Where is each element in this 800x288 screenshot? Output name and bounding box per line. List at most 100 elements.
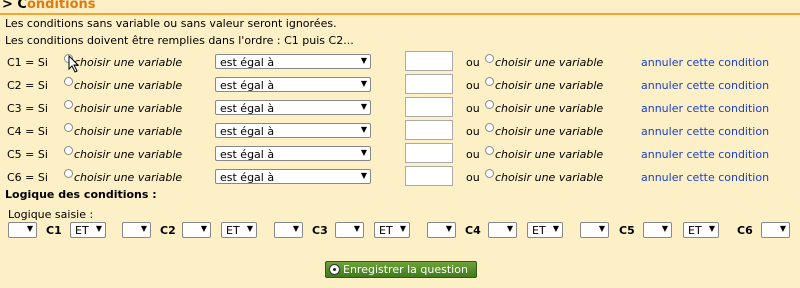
intro-line-2: Les conditions doivent être remplies dan… bbox=[5, 34, 354, 47]
choose-variable2-radio[interactable] bbox=[485, 123, 494, 132]
choose-variable-radio[interactable] bbox=[64, 123, 73, 132]
condition-label: C4 = Si bbox=[7, 125, 48, 138]
ou-text: ou bbox=[466, 102, 480, 115]
cancel-condition-link[interactable]: annuler cette condition bbox=[641, 79, 769, 92]
condition-row-c6: C6 = Si choisir une variable est égal à ▼… bbox=[0, 166, 800, 187]
dropdown-arrow-icon: ▼ bbox=[506, 224, 513, 233]
operator-select[interactable]: est égal à ▼ bbox=[215, 77, 371, 92]
dropdown-arrow-icon: ▼ bbox=[292, 224, 299, 233]
dropdown-arrow-icon: ▼ bbox=[360, 56, 367, 65]
operator-select[interactable]: est égal à ▼ bbox=[215, 169, 371, 184]
logic-label-c4: C4 bbox=[465, 224, 481, 237]
cancel-condition-link[interactable]: annuler cette condition bbox=[641, 171, 769, 184]
logic-subtitle: Logique saisie : bbox=[8, 208, 94, 221]
operator-select[interactable]: est égal à ▼ bbox=[215, 146, 371, 161]
open-paren-select[interactable]: ▼ bbox=[8, 222, 37, 238]
dropdown-arrow-icon: ▼ bbox=[552, 224, 559, 233]
ou-text: ou bbox=[466, 56, 480, 69]
choose-variable2-radio[interactable] bbox=[485, 100, 494, 109]
dropdown-arrow-icon: ▼ bbox=[360, 125, 367, 134]
choose-variable2-radio[interactable] bbox=[485, 54, 494, 63]
open-paren-select[interactable]: ▼ bbox=[182, 222, 211, 238]
close-paren-select[interactable]: ▼ bbox=[122, 222, 151, 238]
open-paren-select[interactable]: ▼ bbox=[335, 222, 364, 238]
cancel-condition-link[interactable]: annuler cette condition bbox=[641, 102, 769, 115]
choose-variable2-text[interactable]: choisir une variable bbox=[495, 79, 603, 92]
choose-variable-radio[interactable] bbox=[64, 169, 73, 178]
condition-row-c4: C4 = Si choisir une variable est égal à ▼… bbox=[0, 120, 800, 141]
dropdown-arrow-icon: ▼ bbox=[445, 224, 452, 233]
choose-variable2-radio[interactable] bbox=[485, 77, 494, 86]
dropdown-arrow-icon: ▼ bbox=[26, 224, 33, 233]
logic-title: Logique des conditions : bbox=[5, 188, 157, 201]
value-input[interactable] bbox=[405, 143, 453, 163]
dropdown-arrow-icon: ▼ bbox=[360, 171, 367, 180]
condition-row-c5: C5 = Si choisir une variable est égal à ▼… bbox=[0, 143, 800, 164]
section-title: > Conditions bbox=[2, 0, 96, 12]
condition-row-c1: C1 = Si choisir une variable est égal à ▼… bbox=[0, 51, 800, 72]
value-input[interactable] bbox=[405, 166, 453, 186]
open-paren-select[interactable]: ▼ bbox=[488, 222, 517, 238]
dropdown-arrow-icon: ▼ bbox=[708, 224, 715, 233]
close-paren-select[interactable]: ▼ bbox=[580, 222, 609, 238]
choose-variable-text[interactable]: choisir une variable bbox=[74, 171, 182, 184]
choose-variable-text[interactable]: choisir une variable bbox=[74, 125, 182, 138]
value-input[interactable] bbox=[405, 74, 453, 94]
condition-label: C6 = Si bbox=[7, 171, 48, 184]
ou-text: ou bbox=[466, 148, 480, 161]
choose-variable-text[interactable]: choisir une variable bbox=[74, 148, 182, 161]
logic-operator-select[interactable]: ET ▼ bbox=[374, 222, 410, 238]
logic-label-c5: C5 bbox=[619, 224, 635, 237]
value-input[interactable] bbox=[405, 51, 453, 71]
choose-variable2-radio[interactable] bbox=[485, 146, 494, 155]
dropdown-arrow-icon: ▼ bbox=[95, 224, 102, 233]
choose-variable-text[interactable]: choisir une variable bbox=[74, 79, 182, 92]
operator-select[interactable]: est égal à ▼ bbox=[215, 54, 371, 69]
save-question-label: Enregistrer la question bbox=[343, 263, 468, 276]
close-paren-select[interactable]: ▼ bbox=[761, 222, 790, 238]
condition-label: C1 = Si bbox=[7, 56, 48, 69]
choose-variable-radio[interactable] bbox=[64, 77, 73, 86]
ou-text: ou bbox=[466, 79, 480, 92]
operator-select[interactable]: est égal à ▼ bbox=[215, 123, 371, 138]
close-paren-select[interactable]: ▼ bbox=[274, 222, 303, 238]
open-paren-select[interactable]: ▼ bbox=[643, 222, 672, 238]
logic-label-c1: C1 bbox=[46, 224, 62, 237]
choose-variable2-radio[interactable] bbox=[485, 169, 494, 178]
choose-variable2-text[interactable]: choisir une variable bbox=[495, 125, 603, 138]
logic-operator-select[interactable]: ET ▼ bbox=[683, 222, 719, 238]
cancel-condition-link[interactable]: annuler cette condition bbox=[641, 125, 769, 138]
dropdown-arrow-icon: ▼ bbox=[360, 79, 367, 88]
condition-row-c2: C2 = Si choisir une variable est égal à ▼… bbox=[0, 74, 800, 95]
condition-label: C3 = Si bbox=[7, 102, 48, 115]
logic-label-c2: C2 bbox=[160, 224, 176, 237]
value-input[interactable] bbox=[405, 120, 453, 140]
logic-label-c3: C3 bbox=[312, 224, 328, 237]
save-question-button[interactable]: Enregistrer la question bbox=[325, 261, 477, 278]
choose-variable2-text[interactable]: choisir une variable bbox=[495, 148, 603, 161]
choose-variable-text[interactable]: choisir une variable bbox=[74, 56, 182, 69]
choose-variable2-text[interactable]: choisir une variable bbox=[495, 56, 603, 69]
soccer-ball-icon bbox=[329, 264, 340, 275]
logic-operator-select[interactable]: ET ▼ bbox=[527, 222, 563, 238]
condition-row-c3: C3 = Si choisir une variable est égal à ▼… bbox=[0, 97, 800, 118]
dropdown-arrow-icon: ▼ bbox=[360, 102, 367, 111]
logic-label-c6: C6 bbox=[737, 224, 753, 237]
dropdown-arrow-icon: ▼ bbox=[246, 224, 253, 233]
value-input[interactable] bbox=[405, 97, 453, 117]
choose-variable-text[interactable]: choisir une variable bbox=[74, 102, 182, 115]
choose-variable-radio[interactable] bbox=[64, 146, 73, 155]
close-paren-select[interactable]: ▼ bbox=[427, 222, 456, 238]
choose-variable2-text[interactable]: choisir une variable bbox=[495, 102, 603, 115]
logic-row: ▼ C1 ET ▼ ▼ C2 ▼ ET ▼ ▼ C3 ▼ ET ▼ ▼ C4 ▼ ET… bbox=[0, 222, 800, 240]
mouse-cursor-icon bbox=[68, 55, 80, 73]
logic-operator-select[interactable]: ET ▼ bbox=[221, 222, 257, 238]
dropdown-arrow-icon: ▼ bbox=[661, 224, 668, 233]
cancel-condition-link[interactable]: annuler cette condition bbox=[641, 148, 769, 161]
choose-variable2-text[interactable]: choisir une variable bbox=[495, 171, 603, 184]
cancel-condition-link[interactable]: annuler cette condition bbox=[641, 56, 769, 69]
logic-operator-select[interactable]: ET ▼ bbox=[70, 222, 106, 238]
choose-variable-radio[interactable] bbox=[64, 100, 73, 109]
operator-select[interactable]: est égal à ▼ bbox=[215, 100, 371, 115]
dropdown-arrow-icon: ▼ bbox=[399, 224, 406, 233]
